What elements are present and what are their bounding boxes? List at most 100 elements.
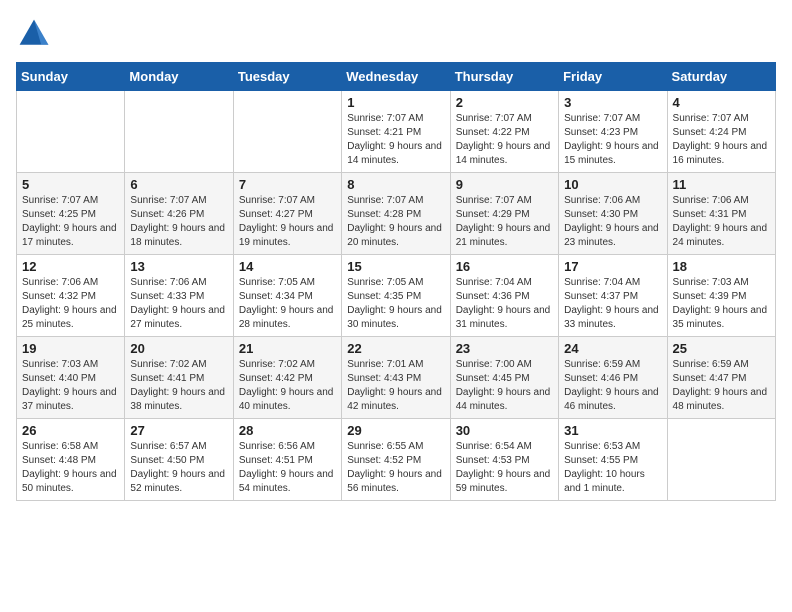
calendar-cell: 20Sunrise: 7:02 AMSunset: 4:41 PMDayligh… bbox=[125, 337, 233, 419]
calendar-cell: 29 Sunrise: 6:55 AMSunset: 4:52 PMDayligh… bbox=[342, 419, 450, 501]
day-number: 3 bbox=[564, 95, 661, 110]
day-info: Sunrise: 7:06 AMSunset: 4:32 PMDaylight:… bbox=[22, 276, 119, 332]
day-info: Sunrise: 7:07 AMSunset: 4:23 PMDaylight:… bbox=[564, 112, 661, 168]
day-info: Sunrise: 7:06 AMSunset: 4:31 PMDaylight:… bbox=[673, 194, 770, 250]
calendar-cell: 9 Sunrise: 7:07 AMSunset: 4:29 PMDaylight… bbox=[450, 173, 558, 255]
calendar-cell: 25 Sunrise: 6:59 AMSunset: 4:47 PMDayligh… bbox=[667, 337, 775, 419]
day-info: Sunrise: 6:55 AMSunset: 4:52 PMDaylight:… bbox=[347, 440, 444, 496]
calendar-cell: 19 Sunrise: 7:03 AMSunset: 4:40 PMDayligh… bbox=[17, 337, 125, 419]
day-number: 26 bbox=[22, 423, 119, 438]
day-info: Sunrise: 7:01 AMSunset: 4:43 PMDaylight:… bbox=[347, 358, 444, 414]
day-info: Sunrise: 7:05 AMSunset: 4:34 PMDaylight:… bbox=[239, 276, 336, 332]
calendar-cell: 27 Sunrise: 6:57 AMSunset: 4:50 PMDayligh… bbox=[125, 419, 233, 501]
page-header bbox=[16, 16, 776, 52]
day-number: 25 bbox=[673, 341, 770, 356]
day-number: 14 bbox=[239, 259, 336, 274]
day-info: Sunrise: 7:03 AMSunset: 4:40 PMDaylight:… bbox=[22, 358, 119, 414]
day-info: Sunrise: 6:57 AMSunset: 4:50 PMDaylight:… bbox=[130, 440, 227, 496]
day-info: Sunrise: 7:07 AMSunset: 4:27 PMDaylight:… bbox=[239, 194, 336, 250]
calendar-cell: 17 Sunrise: 7:04 AMSunset: 4:37 PMDayligh… bbox=[559, 255, 667, 337]
weekday-header-saturday: Saturday bbox=[667, 63, 775, 91]
day-number: 21 bbox=[239, 341, 336, 356]
calendar-week-row: 1 Sunrise: 7:07 AMSunset: 4:21 PMDaylight… bbox=[17, 91, 776, 173]
weekday-header-thursday: Thursday bbox=[450, 63, 558, 91]
day-info: Sunrise: 7:07 AMSunset: 4:22 PMDaylight:… bbox=[456, 112, 553, 168]
day-info: Sunrise: 6:56 AMSunset: 4:51 PMDaylight:… bbox=[239, 440, 336, 496]
calendar-week-row: 26 Sunrise: 6:58 AMSunset: 4:48 PMDayligh… bbox=[17, 419, 776, 501]
calendar-cell: 21Sunrise: 7:02 AMSunset: 4:42 PMDayligh… bbox=[233, 337, 341, 419]
calendar-cell: 22 Sunrise: 7:01 AMSunset: 4:43 PMDayligh… bbox=[342, 337, 450, 419]
day-number: 16 bbox=[456, 259, 553, 274]
calendar-header-row: SundayMondayTuesdayWednesdayThursdayFrid… bbox=[17, 63, 776, 91]
day-info: Sunrise: 7:02 AMSunset: 4:41 PMDaylight:… bbox=[130, 358, 227, 414]
calendar-cell: 18 Sunrise: 7:03 AMSunset: 4:39 PMDayligh… bbox=[667, 255, 775, 337]
day-number: 24 bbox=[564, 341, 661, 356]
day-number: 7 bbox=[239, 177, 336, 192]
day-info: Sunrise: 7:07 AMSunset: 4:29 PMDaylight:… bbox=[456, 194, 553, 250]
calendar-cell: 31 Sunrise: 6:53 AMSunset: 4:55 PMDayligh… bbox=[559, 419, 667, 501]
weekday-header-sunday: Sunday bbox=[17, 63, 125, 91]
day-number: 1 bbox=[347, 95, 444, 110]
day-number: 5 bbox=[22, 177, 119, 192]
calendar-cell: 24 Sunrise: 6:59 AMSunset: 4:46 PMDayligh… bbox=[559, 337, 667, 419]
day-info: Sunrise: 7:05 AMSunset: 4:35 PMDaylight:… bbox=[347, 276, 444, 332]
day-number: 10 bbox=[564, 177, 661, 192]
calendar-cell: 28Sunrise: 6:56 AMSunset: 4:51 PMDayligh… bbox=[233, 419, 341, 501]
day-number: 22 bbox=[347, 341, 444, 356]
day-number: 23 bbox=[456, 341, 553, 356]
day-number: 29 bbox=[347, 423, 444, 438]
calendar-week-row: 12Sunrise: 7:06 AMSunset: 4:32 PMDayligh… bbox=[17, 255, 776, 337]
day-number: 6 bbox=[130, 177, 227, 192]
calendar-cell: 23 Sunrise: 7:00 AMSunset: 4:45 PMDayligh… bbox=[450, 337, 558, 419]
calendar-cell: 4 Sunrise: 7:07 AMSunset: 4:24 PMDaylight… bbox=[667, 91, 775, 173]
calendar-cell bbox=[17, 91, 125, 173]
calendar-cell: 11Sunrise: 7:06 AMSunset: 4:31 PMDayligh… bbox=[667, 173, 775, 255]
day-info: Sunrise: 7:06 AMSunset: 4:30 PMDaylight:… bbox=[564, 194, 661, 250]
weekday-header-friday: Friday bbox=[559, 63, 667, 91]
calendar-cell: 14 Sunrise: 7:05 AMSunset: 4:34 PMDayligh… bbox=[233, 255, 341, 337]
calendar-cell: 7 Sunrise: 7:07 AMSunset: 4:27 PMDaylight… bbox=[233, 173, 341, 255]
day-info: Sunrise: 7:07 AMSunset: 4:26 PMDaylight:… bbox=[130, 194, 227, 250]
calendar-week-row: 19 Sunrise: 7:03 AMSunset: 4:40 PMDayligh… bbox=[17, 337, 776, 419]
day-number: 4 bbox=[673, 95, 770, 110]
day-number: 18 bbox=[673, 259, 770, 274]
day-number: 27 bbox=[130, 423, 227, 438]
day-number: 9 bbox=[456, 177, 553, 192]
logo-icon bbox=[16, 16, 52, 52]
calendar-cell: 10 Sunrise: 7:06 AMSunset: 4:30 PMDayligh… bbox=[559, 173, 667, 255]
day-info: Sunrise: 6:54 AMSunset: 4:53 PMDaylight:… bbox=[456, 440, 553, 496]
weekday-header-wednesday: Wednesday bbox=[342, 63, 450, 91]
day-number: 17 bbox=[564, 259, 661, 274]
day-number: 8 bbox=[347, 177, 444, 192]
day-info: Sunrise: 6:58 AMSunset: 4:48 PMDaylight:… bbox=[22, 440, 119, 496]
day-number: 19 bbox=[22, 341, 119, 356]
day-number: 31 bbox=[564, 423, 661, 438]
calendar-cell: 16Sunrise: 7:04 AMSunset: 4:36 PMDayligh… bbox=[450, 255, 558, 337]
calendar-cell: 5 Sunrise: 7:07 AMSunset: 4:25 PMDaylight… bbox=[17, 173, 125, 255]
day-info: Sunrise: 6:59 AMSunset: 4:46 PMDaylight:… bbox=[564, 358, 661, 414]
day-info: Sunrise: 7:04 AMSunset: 4:37 PMDaylight:… bbox=[564, 276, 661, 332]
logo bbox=[16, 16, 56, 52]
day-info: Sunrise: 6:53 AMSunset: 4:55 PMDaylight:… bbox=[564, 440, 661, 496]
calendar-cell bbox=[667, 419, 775, 501]
day-number: 15 bbox=[347, 259, 444, 274]
day-info: Sunrise: 7:03 AMSunset: 4:39 PMDaylight:… bbox=[673, 276, 770, 332]
calendar-cell: 3 Sunrise: 7:07 AMSunset: 4:23 PMDaylight… bbox=[559, 91, 667, 173]
day-number: 30 bbox=[456, 423, 553, 438]
weekday-header-monday: Monday bbox=[125, 63, 233, 91]
calendar-week-row: 5 Sunrise: 7:07 AMSunset: 4:25 PMDaylight… bbox=[17, 173, 776, 255]
day-info: Sunrise: 7:07 AMSunset: 4:21 PMDaylight:… bbox=[347, 112, 444, 168]
calendar-cell: 15 Sunrise: 7:05 AMSunset: 4:35 PMDayligh… bbox=[342, 255, 450, 337]
day-info: Sunrise: 7:07 AMSunset: 4:24 PMDaylight:… bbox=[673, 112, 770, 168]
day-info: Sunrise: 7:00 AMSunset: 4:45 PMDaylight:… bbox=[456, 358, 553, 414]
calendar-cell: 1 Sunrise: 7:07 AMSunset: 4:21 PMDaylight… bbox=[342, 91, 450, 173]
calendar-cell bbox=[125, 91, 233, 173]
calendar-cell: 12Sunrise: 7:06 AMSunset: 4:32 PMDayligh… bbox=[17, 255, 125, 337]
calendar-cell: 30 Sunrise: 6:54 AMSunset: 4:53 PMDayligh… bbox=[450, 419, 558, 501]
day-info: Sunrise: 7:07 AMSunset: 4:25 PMDaylight:… bbox=[22, 194, 119, 250]
day-info: Sunrise: 6:59 AMSunset: 4:47 PMDaylight:… bbox=[673, 358, 770, 414]
calendar-cell: 8 Sunrise: 7:07 AMSunset: 4:28 PMDaylight… bbox=[342, 173, 450, 255]
day-info: Sunrise: 7:06 AMSunset: 4:33 PMDaylight:… bbox=[130, 276, 227, 332]
day-info: Sunrise: 7:07 AMSunset: 4:28 PMDaylight:… bbox=[347, 194, 444, 250]
weekday-header-tuesday: Tuesday bbox=[233, 63, 341, 91]
